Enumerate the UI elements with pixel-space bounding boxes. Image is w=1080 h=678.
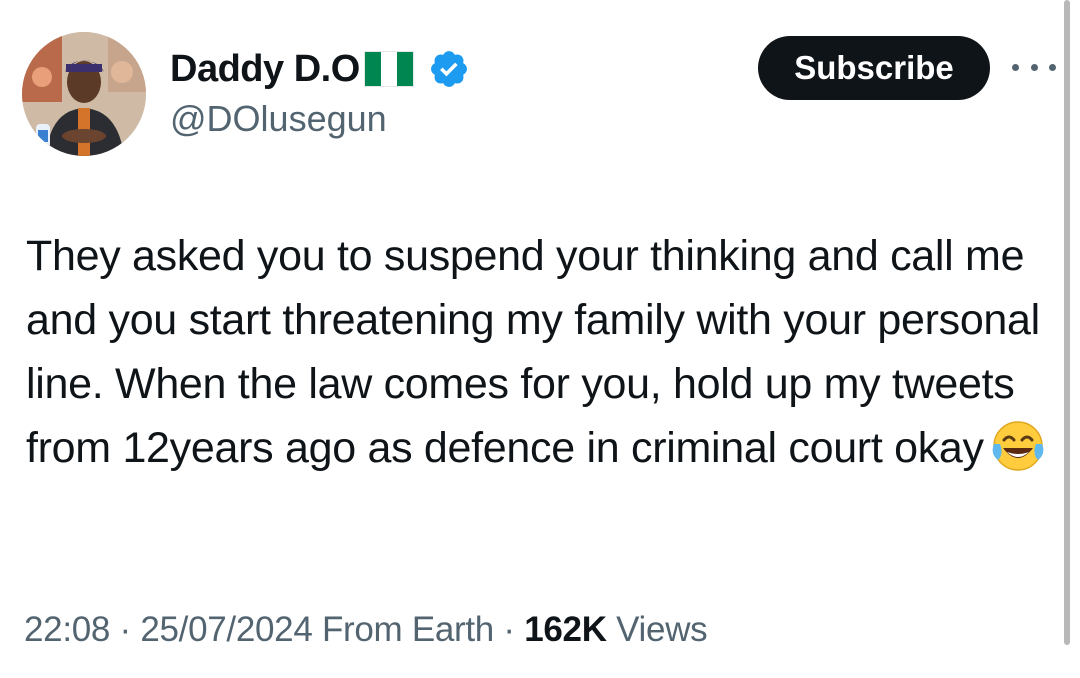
tweet-card: Daddy D.O @DOlusegun Subscribe They aske… [0,0,1080,678]
face-with-tears-of-joy-icon [992,421,1044,471]
views-count: 162K [524,610,607,649]
author-display-name[interactable]: Daddy D.O [170,48,360,91]
verified-badge-icon [430,51,467,87]
meta-separator: · [119,610,132,649]
tweet-time[interactable]: 22:08 [24,610,110,649]
avatar-photo [22,32,146,156]
nigeria-flag-icon [363,51,414,87]
author-name-row[interactable]: Daddy D.O [170,44,470,94]
scrollbar[interactable] [1064,0,1070,645]
tweet-text: They asked you to suspend your thinking … [26,232,1040,472]
author-handle[interactable]: @DOlusegun [170,98,387,140]
tweet-meta: 22:08 · 25/07/2024 From Earth · 162K Vie… [24,610,708,650]
tweet-source: From Earth [321,610,494,649]
tweet-date[interactable]: 25/07/2024 [140,610,312,649]
avatar[interactable] [22,32,146,156]
views-label: Views [616,610,708,649]
meta-separator: · [503,610,515,649]
more-horizontal-icon[interactable] [1012,52,1056,82]
tweet-body: They asked you to suspend your thinking … [26,224,1056,480]
subscribe-button[interactable]: Subscribe [758,36,990,100]
